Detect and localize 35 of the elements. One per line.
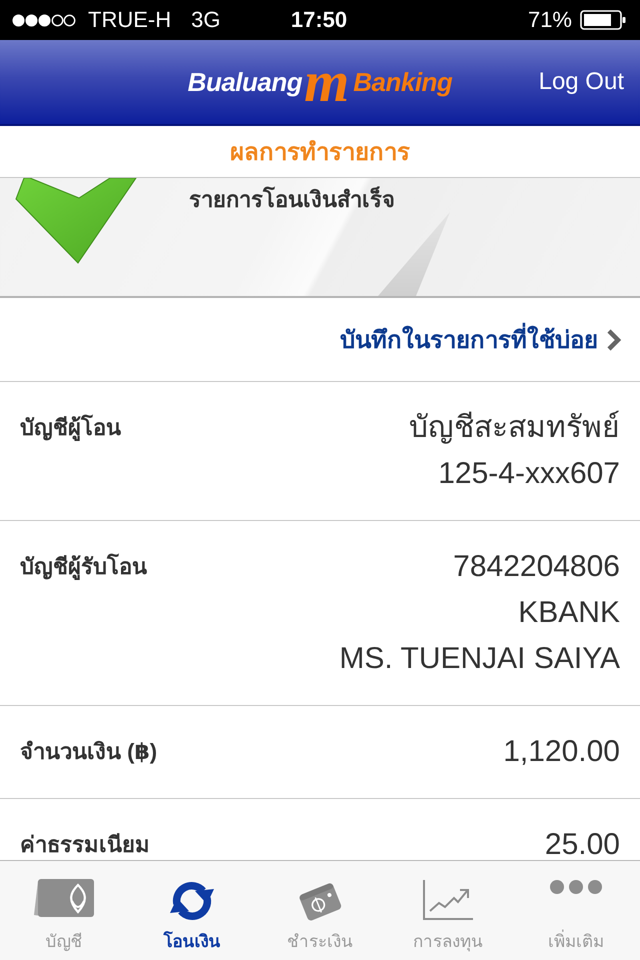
- tab[interactable]: บัญชี: [0, 861, 128, 960]
- field-value: 25.00: [544, 827, 620, 860]
- logo-text: Bualuang: [188, 68, 302, 95]
- field-value: MS. TUENJAI SAIYA: [339, 641, 620, 677]
- card-icon: [34, 879, 94, 917]
- page-title: ผลการทำรายการ: [230, 138, 410, 168]
- clock-time: 17:50: [290, 7, 348, 33]
- check-icon: [14, 178, 138, 264]
- battery-icon: [580, 10, 626, 30]
- circular-arrows-icon: [168, 879, 216, 923]
- signal-strength-icon: [12, 14, 76, 26]
- logo-text: Banking: [353, 68, 452, 95]
- network-type: 3G: [191, 7, 220, 33]
- field-value: บัญชีสะสมทรัพย์: [409, 410, 620, 446]
- field-label: บัญชีผู้รับโอน: [20, 552, 147, 582]
- chevron-icon: [606, 328, 622, 352]
- battery-percent: 71%: [528, 7, 572, 33]
- field-label: บัญชีผู้โอน: [20, 414, 121, 443]
- tab[interactable]: โอนเงิน: [128, 861, 256, 960]
- field-value: KBANK: [518, 595, 620, 631]
- field-value: 7842204806: [453, 549, 620, 585]
- tab[interactable]: เพิ่มเติม: [512, 861, 640, 960]
- more-icon: [550, 879, 602, 895]
- result-message: รายการโอนเงินสำเร็จ: [189, 185, 395, 214]
- line-chart-icon: [422, 879, 474, 921]
- field-value: 125-4-xxx607: [438, 456, 620, 492]
- carrier-name: TRUE-H: [88, 7, 172, 33]
- logo-mark: m: [304, 57, 350, 107]
- field-label: ค่าธรรมเนียม: [20, 831, 150, 859]
- field-value: 1,120.00: [503, 734, 620, 770]
- field-label: จำนวนเงิน (฿): [20, 738, 158, 766]
- save-favorite-link[interactable]: บันทึกในรายการที่ใช้บ่อย: [340, 320, 622, 359]
- tab[interactable]: การลงทุน: [384, 861, 512, 960]
- logout-button[interactable]: Log Out: [538, 62, 624, 102]
- tab[interactable]: ชำระเงิน: [256, 861, 384, 960]
